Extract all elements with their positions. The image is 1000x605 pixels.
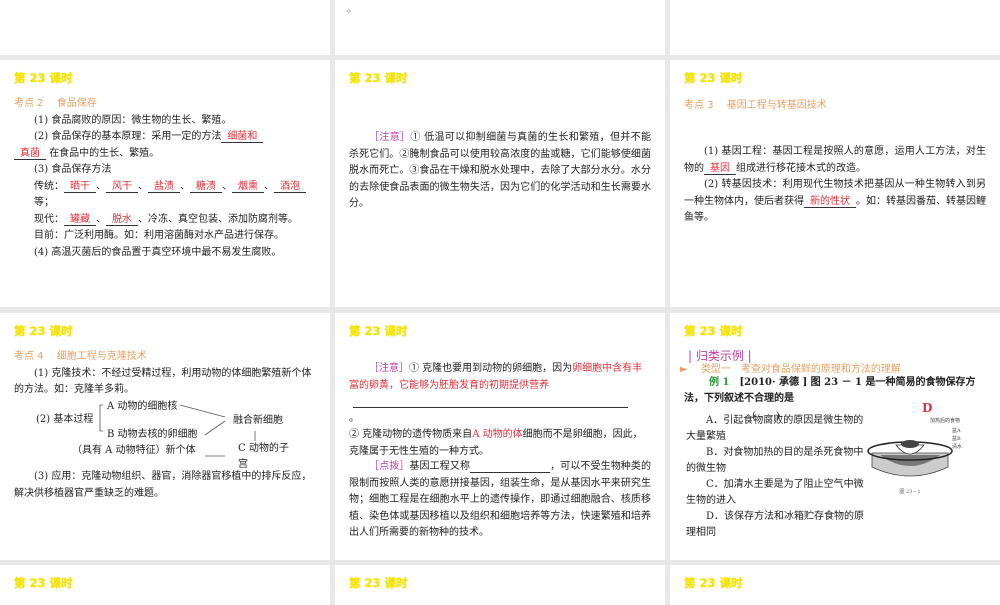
answer-blank: 细菌和 [221, 131, 264, 143]
lesson-header: 第 23 课时 [14, 71, 73, 85]
answer-blank: 基因 [704, 162, 736, 175]
answer-blank: 罐藏 [64, 213, 96, 226]
slide-top-left [0, 0, 330, 55]
figure-caption: 图 23－1 [899, 489, 920, 495]
section-title: 考点 2 食品保存 [14, 98, 97, 109]
note-tag: ［注意］ [369, 363, 409, 374]
text: ② 克隆动物的遗传物质来自 [349, 429, 473, 440]
lesson-header: 第 23 课时 [684, 71, 743, 85]
answer-blank: 晒干 [64, 180, 96, 193]
text: 在食品中的生长、繁殖。 [49, 147, 160, 159]
text: (4) 高温灭菌后的食品置于真空环境中最不易发生腐败。 [34, 246, 282, 258]
text: 。 [349, 413, 359, 424]
answer-blank: 酒泡 [274, 180, 306, 193]
section-title: 考点 3 基因工程与转基因技术 [684, 100, 827, 111]
answer-blank: 糖渍 [190, 180, 222, 193]
label: 现代： [34, 213, 64, 225]
option-a: A．引起食物腐败的原因是微生物的大量繁殖 [686, 415, 864, 442]
text: 组成进行移花接木式的改造。 [736, 162, 866, 174]
answer-blank: 烟熏 [232, 180, 264, 193]
slide-bottom-right: 第 23 课时 [670, 565, 1000, 605]
answer-blank: 脱水 [106, 213, 138, 226]
process-arrows [99, 404, 256, 457]
dot: 。 [347, 4, 357, 15]
answer: D [922, 401, 933, 415]
hint-tag: ［点拨］ [369, 461, 410, 472]
slide-note-cloning: 第 23 课时 ［注意］① 克隆也要用到动物的卵细胞，因为卵细胞中含有丰富的卵黄… [335, 313, 665, 560]
lesson-header: 第 23 课时 [684, 576, 743, 590]
slide-top-right [670, 0, 1000, 55]
label: 传统： [34, 180, 64, 192]
text: (2) 食品保存的基本原理：采用一定的方法 [34, 131, 222, 142]
text: (3) 应用：克隆动物组织、器官，消除器官移植中的排斥反应，解决供移植器官严重缺… [14, 471, 312, 499]
lesson-header: 第 23 课时 [684, 324, 743, 338]
answer-blank: 盐渍 [148, 180, 180, 193]
slide-bottom-center: 第 23 课时 [335, 565, 665, 605]
slide-gene-engineering: 第 23 课时 考点 3 基因工程与转基因技术 (1) 基因工程：基因工程是按照… [670, 60, 1000, 307]
text: ① 克隆也要用到动物的卵细胞，因为 [409, 363, 573, 374]
figure-label: 盆A [952, 428, 961, 434]
text: 基因工程又称 [409, 461, 471, 472]
option-d: D．该保存方法和冰箱贮存食物的原理相同 [686, 511, 865, 538]
answer-blank: 真菌 [14, 147, 46, 160]
text: 、冷冻、真空包装、添加防腐剂等。 [138, 213, 298, 225]
answer-blank: 新的性状 [804, 195, 856, 208]
slide-cloning: 第 23 课时 考点 4 细胞工程与克隆技术 (1) 克隆技术：不经过受精过程，… [0, 313, 330, 560]
text: (1) 食品腐败的原因：微生物的生长、繁殖。 [34, 114, 232, 126]
text: (3) 食品保存方法 [34, 164, 112, 175]
slide-food-storage: 第 23 课时 考点 2 食品保存 (1) 食品腐败的原因：微生物的生长、繁殖。… [0, 60, 330, 307]
lesson-header: 第 23 课时 [349, 71, 408, 85]
figure-label: 盆B [952, 436, 961, 442]
answer-blank: 风干 [106, 180, 138, 193]
slide-bottom-left: 第 23 课时 [0, 565, 330, 605]
note-tag: ［注意］ [369, 132, 411, 143]
lesson-header: 第 23 课时 [349, 324, 408, 338]
slide-example: 第 23 课时 | 归类示例 | ► 类型一 考查对食品保鲜的原理和方法的理解 … [670, 313, 1000, 560]
food-storage-figure: 图 23－1 [867, 440, 953, 495]
figure-label: 加热后的食物 [930, 418, 961, 424]
note-text: ① 低温可以抑制细菌与真菌的生长和繁殖，但并不能杀死它们。②腌制食品可以使用较高… [349, 132, 651, 209]
slide-top-center: 。 [335, 0, 665, 55]
text: 等； [34, 197, 54, 208]
lesson-header: 第 23 课时 [14, 576, 73, 590]
text: 目前：广泛利用酶。如：利用溶菌酶对水产品进行保存。 [34, 230, 284, 241]
section-title: | 归类示例 | [688, 349, 752, 363]
option-b: B．对食物加热的目的是杀死食物中的微生物 [686, 447, 864, 474]
slide-note-food: 第 23 课时 ［注意］① 低温可以抑制细菌与真菌的生长和繁殖，但并不能杀死它们… [335, 60, 665, 307]
figure-label: 清水 [952, 444, 963, 450]
example-label: 例 1 [709, 377, 730, 388]
lesson-header: 第 23 课时 [349, 576, 408, 590]
option-c: C．加清水主要是为了阻止空气中微生物的进入 [686, 479, 864, 506]
answer-blank: A 动物的体 [472, 429, 523, 440]
